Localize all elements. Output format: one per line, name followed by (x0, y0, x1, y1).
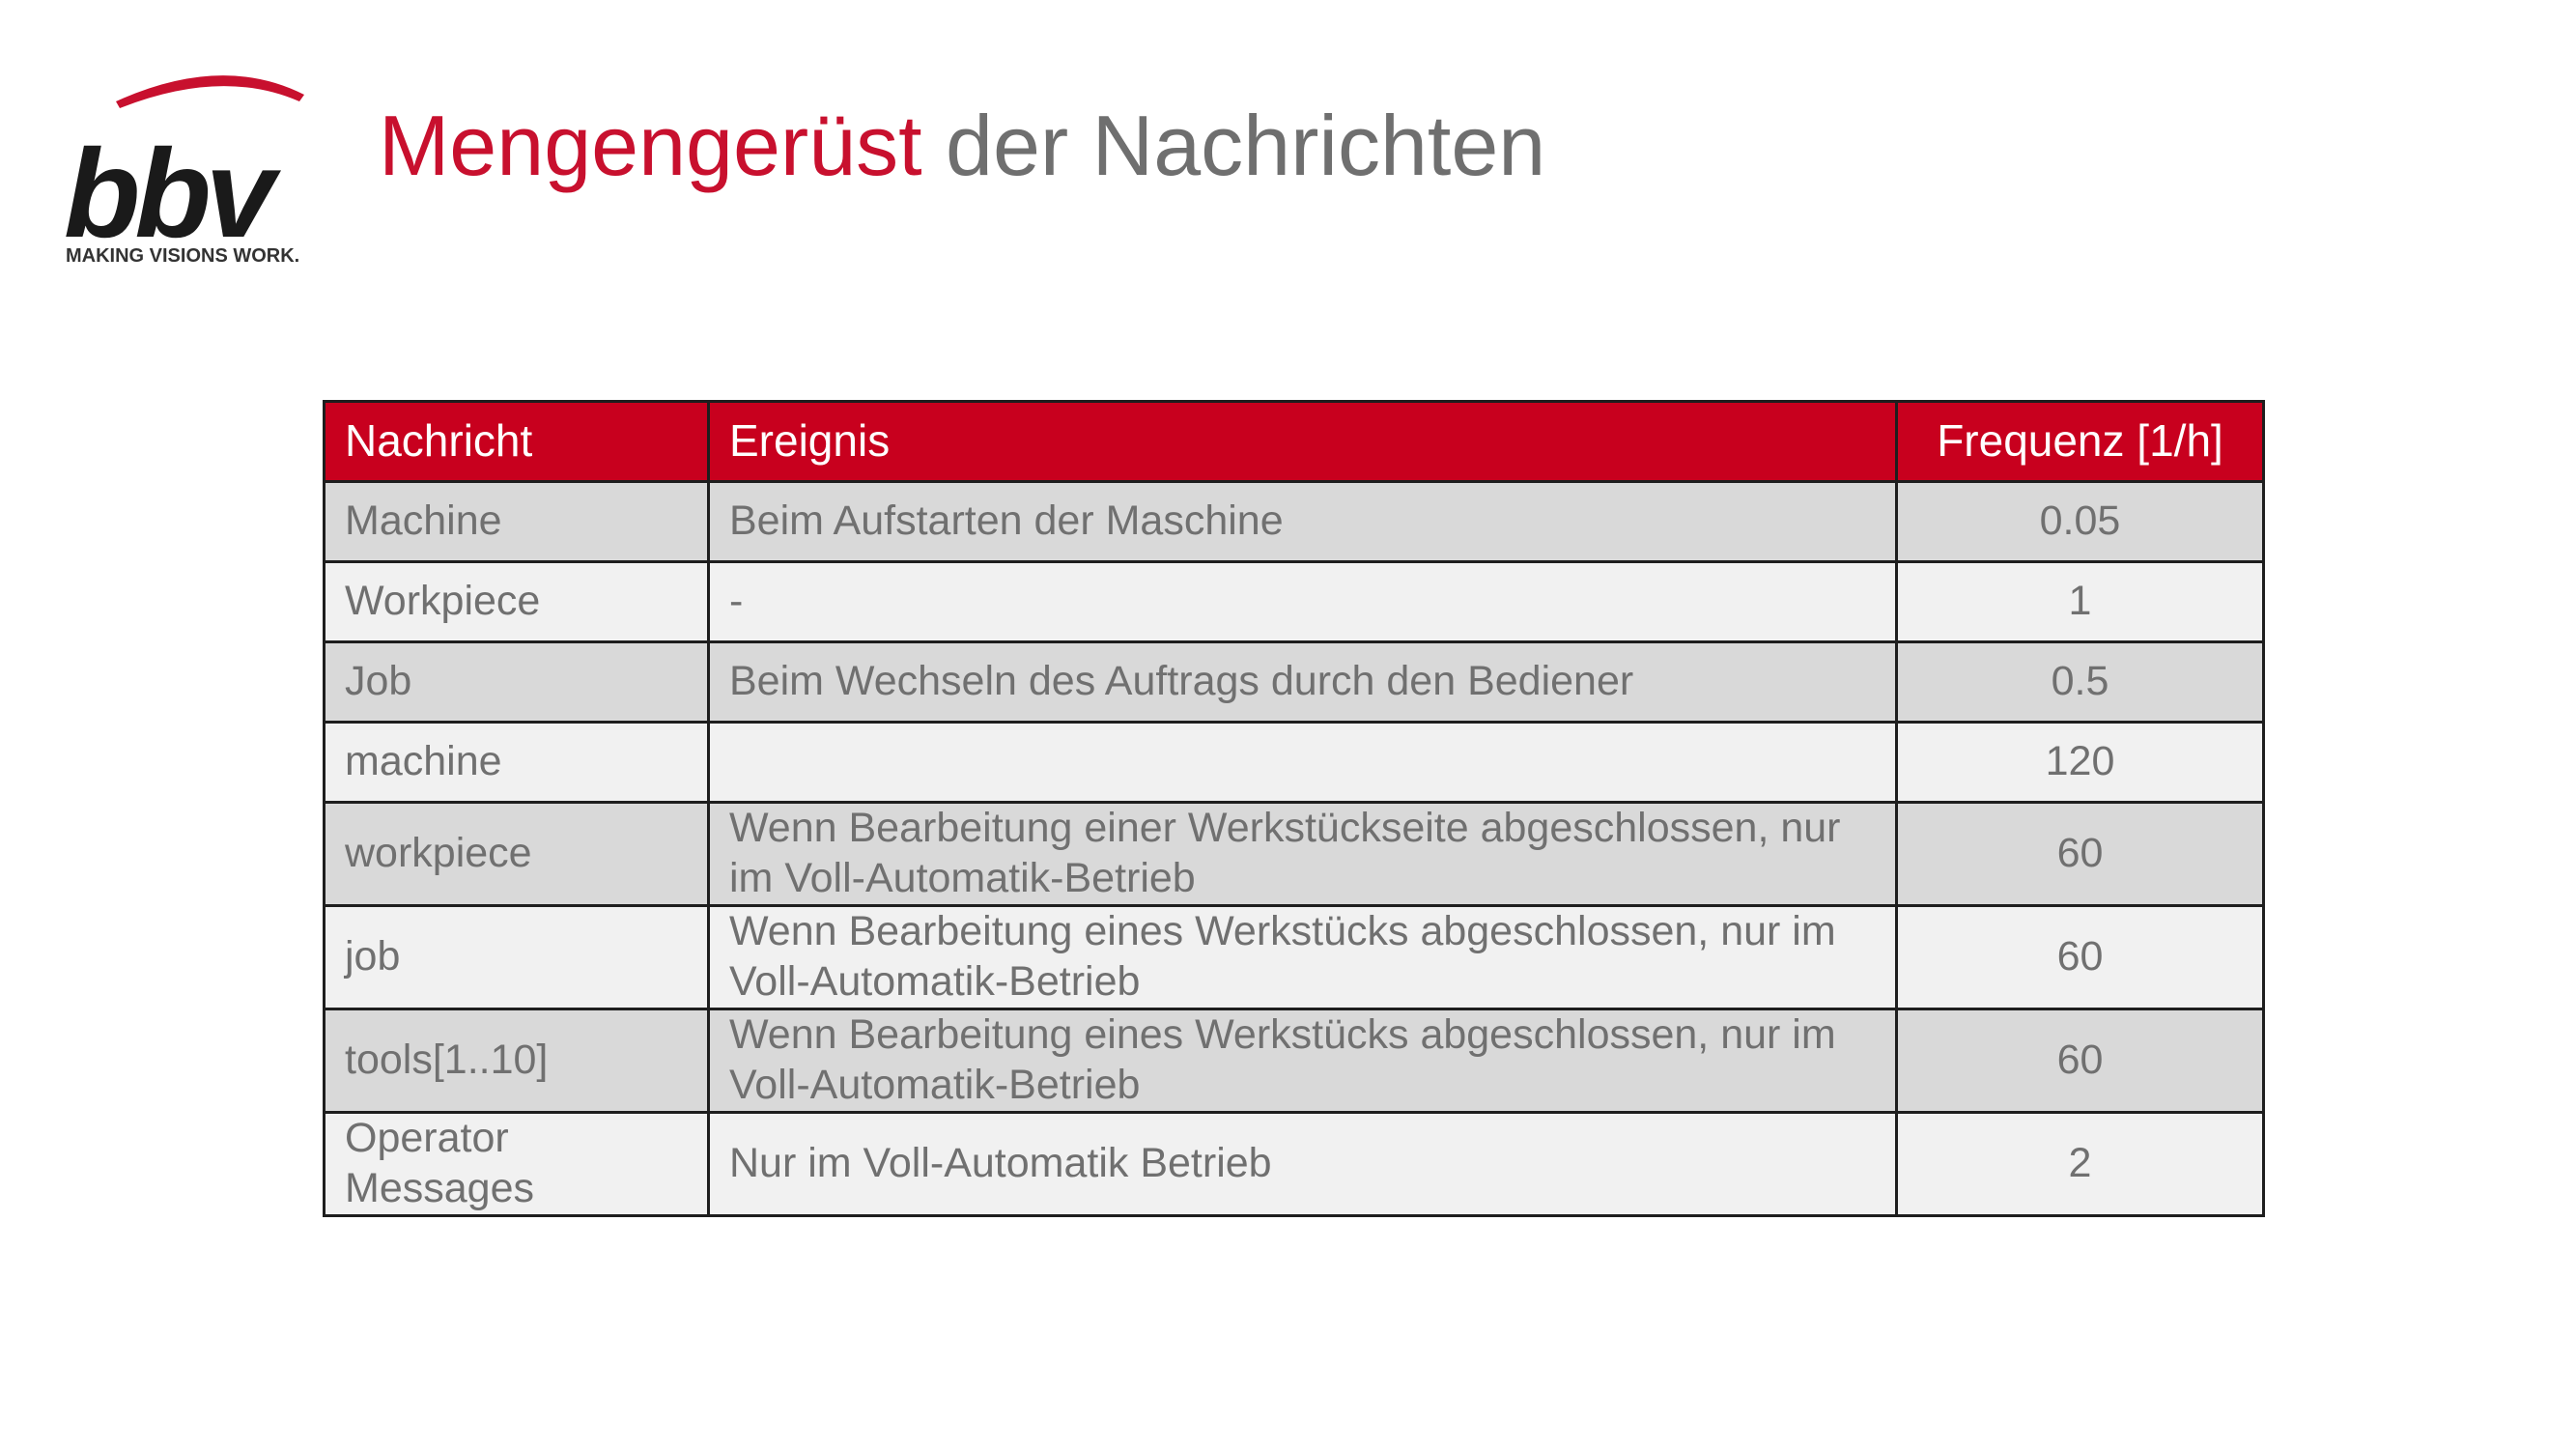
table-row: Workpiece - 1 (323, 560, 2265, 643)
table-row: Job Beim Wechseln des Auftrags durch den… (323, 640, 2265, 724)
cell-message: workpiece (323, 801, 710, 907)
cell-frequency: 1 (1895, 560, 2265, 643)
page-title: Mengengerüst der Nachrichten (379, 95, 1545, 197)
table-row: Operator Messages Nur im Voll-Automatik … (323, 1111, 2265, 1217)
cell-frequency: 60 (1895, 1008, 2265, 1114)
header-message: Nachricht (323, 400, 710, 483)
header-frequency: Frequenz [1/h] (1895, 400, 2265, 483)
cell-event: Wenn Bearbeitung eines Werkstücks abgesc… (707, 1008, 1898, 1114)
cell-message: machine (323, 721, 710, 804)
cell-event: Wenn Bearbeitung eines Werkstücks abgesc… (707, 904, 1898, 1010)
table-row: Machine Beim Aufstarten der Maschine 0.0… (323, 480, 2265, 563)
cell-event: Nur im Voll-Automatik Betrieb (707, 1111, 1898, 1217)
cell-frequency: 2 (1895, 1111, 2265, 1217)
title-rest: der Nachrichten (921, 98, 1546, 193)
bbv-logo: bbv MAKING VISIONS WORK. (58, 58, 319, 267)
cell-message: Machine (323, 480, 710, 563)
table-row: workpiece Wenn Bearbeitung einer Werkstü… (323, 801, 2265, 907)
cell-message: Job (323, 640, 710, 724)
cell-frequency: 0.05 (1895, 480, 2265, 563)
logo-tagline: MAKING VISIONS WORK. (66, 245, 300, 267)
header-event: Ereignis (707, 400, 1898, 483)
slide: bbv MAKING VISIONS WORK. Mengengerüst de… (0, 0, 2576, 1449)
cell-frequency: 60 (1895, 801, 2265, 907)
cell-frequency: 60 (1895, 904, 2265, 1010)
cell-message: Workpiece (323, 560, 710, 643)
cell-message: job (323, 904, 710, 1010)
message-volume-table: Nachricht Ereignis Frequenz [1/h] Machin… (323, 400, 2265, 1217)
cell-event (707, 721, 1898, 804)
cell-message: tools[1..10] (323, 1008, 710, 1114)
table-row: tools[1..10] Wenn Bearbeitung eines Werk… (323, 1008, 2265, 1114)
cell-event: - (707, 560, 1898, 643)
title-highlight: Mengengerüst (379, 98, 922, 193)
cell-frequency: 120 (1895, 721, 2265, 804)
cell-event: Beim Aufstarten der Maschine (707, 480, 1898, 563)
table-row: job Wenn Bearbeitung eines Werkstücks ab… (323, 904, 2265, 1010)
table-header-row: Nachricht Ereignis Frequenz [1/h] (323, 400, 2265, 483)
cell-message: Operator Messages (323, 1111, 710, 1217)
cell-event: Wenn Bearbeitung einer Werkstückseite ab… (707, 801, 1898, 907)
cell-event: Beim Wechseln des Auftrags durch den Bed… (707, 640, 1898, 724)
table-row: machine 120 (323, 721, 2265, 804)
logo-wordmark: bbv (64, 123, 275, 264)
cell-frequency: 0.5 (1895, 640, 2265, 724)
